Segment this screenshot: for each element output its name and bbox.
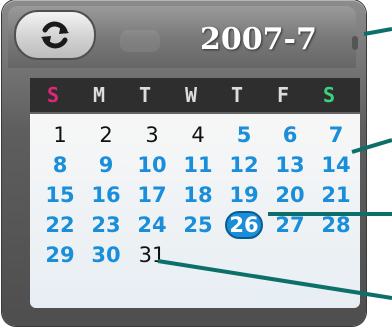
screenshot-stage: 2007-7 SMTWTFS 1 2 3 4 5 6 7 8 9 10 11 12 13 14 15 16 17…	[0, 0, 392, 328]
day-cell[interactable]: 7	[314, 120, 358, 150]
weekday-label: M	[92, 83, 106, 107]
ghost-control	[120, 30, 160, 52]
weekday-label: W	[184, 83, 198, 107]
day-cell[interactable]: 17	[130, 180, 174, 210]
weekday-header-row: SMTWTFS	[30, 78, 360, 112]
day-cell[interactable]: 19	[222, 180, 266, 210]
weekday-label: S	[322, 83, 336, 107]
day-cell[interactable]: 22	[38, 210, 82, 240]
day-cell[interactable]: 12	[222, 150, 266, 180]
day-cell[interactable]: 9	[84, 150, 128, 180]
day-cell[interactable]: 18	[176, 180, 220, 210]
day-cell[interactable]: 30	[84, 240, 128, 270]
day-cell[interactable]: 28	[314, 210, 358, 240]
day-cell[interactable]: 31	[130, 240, 174, 270]
day-cell[interactable]: 21	[314, 180, 358, 210]
day-cell[interactable]: 1	[38, 120, 82, 150]
day-cell[interactable]: 29	[38, 240, 82, 270]
day-cell[interactable]: 10	[130, 150, 174, 180]
next-month-handle[interactable]	[352, 36, 358, 50]
year-month-label: 2007-7	[200, 22, 317, 57]
weekday-label: T	[138, 83, 152, 107]
day-cell[interactable]: 11	[176, 150, 220, 180]
day-cell[interactable]: 2	[84, 120, 128, 150]
day-cell[interactable]: 8	[38, 150, 82, 180]
refresh-button[interactable]	[14, 10, 96, 60]
day-cell[interactable]: 25	[176, 210, 220, 240]
day-cell[interactable]: 15	[38, 180, 82, 210]
day-cell[interactable]: 4	[176, 120, 220, 150]
day-cell[interactable]: 6	[268, 120, 312, 150]
refresh-icon	[41, 21, 69, 49]
weekday-label: S	[46, 83, 60, 107]
day-cell[interactable]: 20	[268, 180, 312, 210]
day-cell[interactable]: 13	[268, 150, 312, 180]
weekday-label: F	[276, 83, 290, 107]
day-grid: 1 2 3 4 5 6 7 8 9 10 11 12 13 14 15 16 17 18 19 20 21 22 23 24 2…	[30, 114, 360, 308]
day-cell[interactable]: 23	[84, 210, 128, 240]
callout-line-header	[363, 27, 392, 36]
day-cell[interactable]: 5	[222, 120, 266, 150]
day-cell[interactable]: 24	[130, 210, 174, 240]
weekday-label: T	[230, 83, 244, 107]
day-cell[interactable]: 27	[268, 210, 312, 240]
day-cell[interactable]: 14	[314, 150, 358, 180]
day-cell[interactable]: 16	[84, 180, 128, 210]
day-cell-today[interactable]: 26	[222, 210, 266, 240]
day-cell[interactable]: 3	[130, 120, 174, 150]
